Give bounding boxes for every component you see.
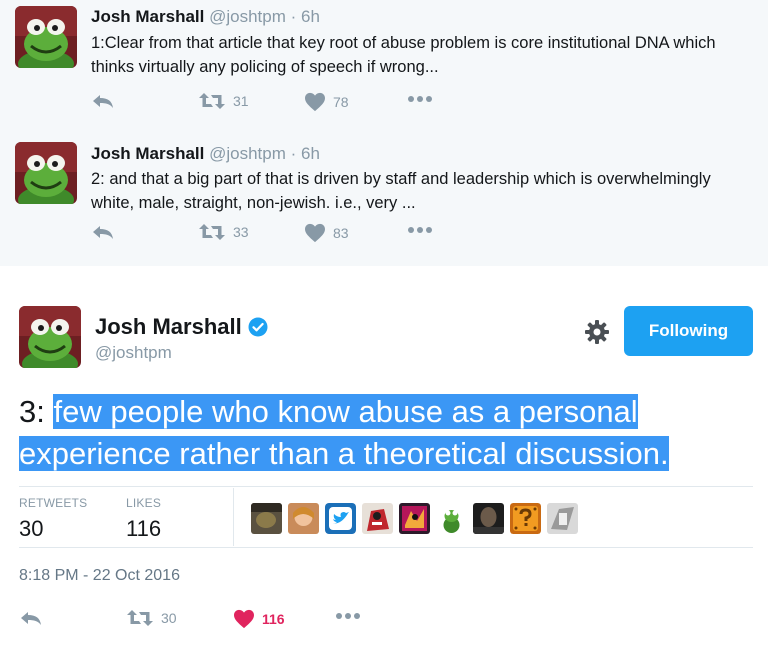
tweet-timestamp[interactable]: 8:18 PM - 22 Oct 2016 xyxy=(19,567,180,585)
selected-text-line-1: few people who know abuse as a personal xyxy=(53,394,638,429)
liker-avatars xyxy=(251,503,578,534)
liker-avatar[interactable] xyxy=(510,503,541,534)
tweet-author-name[interactable]: Josh Marshall xyxy=(95,314,268,340)
more-button[interactable] xyxy=(407,95,433,103)
retweet-count: 30 xyxy=(161,610,177,626)
avatar[interactable] xyxy=(15,142,77,204)
like-count: 116 xyxy=(262,611,285,627)
tweet-time[interactable]: 6h xyxy=(301,144,320,163)
tweet-text: 1:Clear from that article that key root … xyxy=(91,34,716,76)
reply-button[interactable] xyxy=(19,609,43,627)
avatar[interactable] xyxy=(15,6,77,68)
liker-avatar[interactable] xyxy=(436,503,467,534)
retweet-icon xyxy=(198,92,226,110)
liker-avatar[interactable] xyxy=(399,503,430,534)
tweet-author-handle[interactable]: @joshtpm xyxy=(209,144,286,163)
liker-avatar[interactable] xyxy=(547,503,578,534)
reply-icon xyxy=(91,92,115,110)
more-icon xyxy=(407,95,433,103)
parent-tweet[interactable]: Josh Marshall @joshtpm · 6h 2: and that … xyxy=(0,130,768,267)
retweets-label: RETWEETS xyxy=(19,496,88,510)
tweet-actions: 33 83 xyxy=(91,223,491,247)
retweet-icon xyxy=(126,609,154,627)
tweet-header: Josh Marshall @joshtpm · 6h xyxy=(91,144,320,164)
avatar[interactable] xyxy=(19,306,81,368)
more-button[interactable] xyxy=(407,226,433,234)
like-count: 83 xyxy=(333,225,349,241)
like-button[interactable]: 78 xyxy=(304,92,349,112)
tweet-author-name[interactable]: Josh Marshall xyxy=(91,144,204,163)
more-icon xyxy=(335,612,361,620)
more-icon xyxy=(407,226,433,234)
likes-label: LIKES xyxy=(126,496,162,510)
retweet-count: 33 xyxy=(233,224,249,240)
tweet-time[interactable]: 6h xyxy=(301,7,320,26)
retweet-button[interactable]: 31 xyxy=(198,92,249,110)
like-count: 78 xyxy=(333,94,349,110)
divider xyxy=(19,547,753,548)
heart-icon xyxy=(233,609,255,629)
liker-avatar[interactable] xyxy=(325,503,356,534)
heart-icon xyxy=(304,223,326,243)
likes-stat[interactable]: LIKES 116 xyxy=(126,496,161,542)
tweet-text-prefix: 3: xyxy=(19,394,54,429)
author-name-text: Josh Marshall xyxy=(95,314,242,339)
reply-button[interactable] xyxy=(91,92,115,110)
separator-dot: · xyxy=(290,7,297,26)
tweet-header: Josh Marshall @joshtpm · 6h xyxy=(91,7,320,27)
following-button[interactable]: Following xyxy=(624,306,753,356)
like-button[interactable]: 116 xyxy=(233,609,285,629)
selected-text-line-2: experience rather than a theoretical dis… xyxy=(19,436,669,471)
tweet-author-handle[interactable]: @joshtpm xyxy=(209,7,286,26)
tweet-author-name[interactable]: Josh Marshall xyxy=(91,7,204,26)
tweet-actions: 31 78 xyxy=(91,92,491,116)
retweets-count: 30 xyxy=(19,516,44,541)
tweet-actions: 30 116 xyxy=(19,609,419,633)
like-button[interactable]: 83 xyxy=(304,223,349,243)
likes-count: 116 xyxy=(126,516,162,541)
retweet-icon xyxy=(198,223,226,241)
reply-icon xyxy=(91,223,115,241)
more-button[interactable] xyxy=(335,612,361,620)
retweet-button[interactable]: 30 xyxy=(126,609,177,627)
verified-badge-icon xyxy=(248,317,268,337)
liker-avatar[interactable] xyxy=(362,503,393,534)
liker-avatar[interactable] xyxy=(288,503,319,534)
tweet-text: 2: and that a big part of that is driven… xyxy=(91,170,711,212)
retweet-button[interactable]: 33 xyxy=(198,223,249,241)
separator-dot: · xyxy=(290,144,297,163)
divider xyxy=(233,488,234,546)
liker-avatar[interactable] xyxy=(251,503,282,534)
tweet-text: 3: few people who know abuse as a person… xyxy=(19,391,759,475)
liker-avatar[interactable] xyxy=(473,503,504,534)
parent-tweet[interactable]: Josh Marshall @joshtpm · 6h 1:Clear from… xyxy=(0,0,768,131)
retweets-stat[interactable]: RETWEETS 30 xyxy=(19,496,87,542)
reply-button[interactable] xyxy=(91,223,115,241)
tweet-author-handle[interactable]: @joshtpm xyxy=(95,343,172,363)
retweet-count: 31 xyxy=(233,93,249,109)
gear-icon[interactable] xyxy=(583,318,611,346)
divider xyxy=(19,486,753,487)
heart-icon xyxy=(304,92,326,112)
main-tweet: Josh Marshall @joshtpm Following 3: few … xyxy=(0,266,768,657)
reply-icon xyxy=(19,609,43,627)
